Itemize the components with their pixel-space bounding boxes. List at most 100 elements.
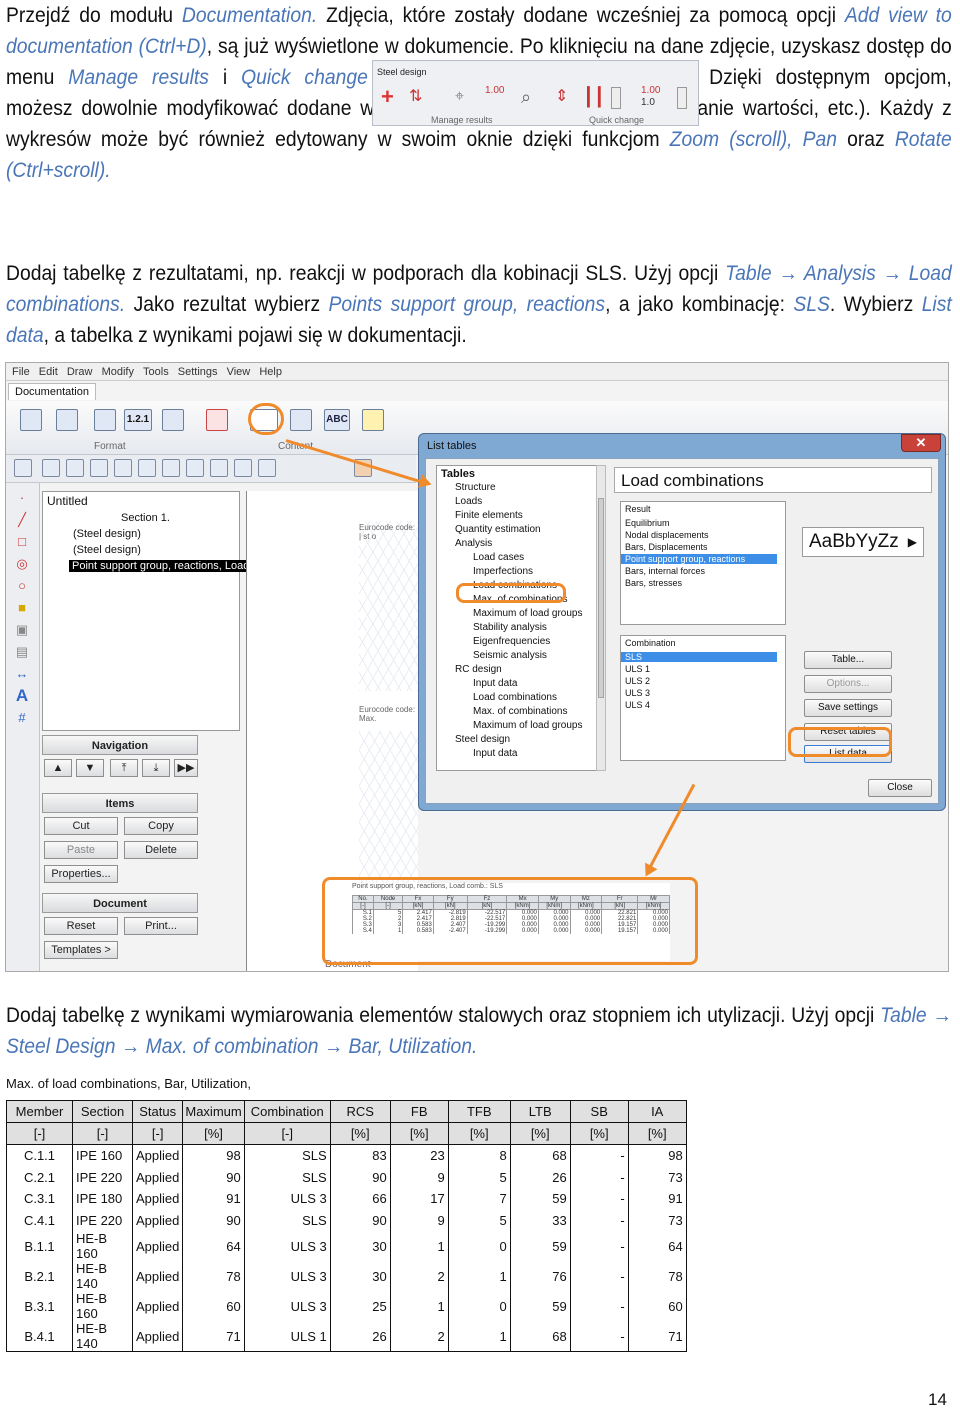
tree-node[interactable]: Stability analysis xyxy=(473,622,547,633)
menu-view[interactable]: View xyxy=(227,363,251,381)
list-item[interactable]: Bars, stresses xyxy=(625,578,682,588)
list-item[interactable]: Nodal displacements xyxy=(625,530,709,540)
hash-icon[interactable]: # xyxy=(14,711,30,725)
tab-documentation[interactable]: Documentation xyxy=(8,383,96,400)
support-icon[interactable] xyxy=(206,409,228,431)
page-break-icon[interactable] xyxy=(162,409,184,431)
options-button[interactable]: Options... xyxy=(804,675,892,693)
cut-button[interactable]: Cut xyxy=(44,817,118,835)
tree-node[interactable]: Seismic analysis xyxy=(473,650,547,661)
scale-value[interactable]: 1.00 xyxy=(485,85,515,107)
close-button[interactable]: Close xyxy=(868,779,932,797)
cube-icon[interactable]: ▣ xyxy=(14,623,30,637)
nav-top-button[interactable]: ⤒ xyxy=(110,759,138,777)
hand-icon[interactable] xyxy=(66,459,84,477)
fill-icon[interactable]: ■ xyxy=(14,601,30,615)
list-item[interactable]: ULS 4 xyxy=(625,700,650,710)
tree-node[interactable]: Input data xyxy=(473,678,517,689)
tree-node[interactable]: Load combinations xyxy=(473,692,557,703)
dot-icon[interactable]: · xyxy=(14,491,30,505)
menu-file[interactable]: File xyxy=(12,363,30,381)
tree-node[interactable]: Loads xyxy=(455,496,482,507)
menu-draw[interactable]: Draw xyxy=(67,363,93,381)
tree-section[interactable]: Section 1. xyxy=(121,512,170,524)
menu-help[interactable]: Help xyxy=(259,363,282,381)
undo-icon[interactable] xyxy=(186,459,204,477)
list-item-selected[interactable]: SLS xyxy=(621,652,777,662)
properties-button[interactable]: Properties... xyxy=(44,865,118,883)
zoom-in-icon[interactable] xyxy=(138,459,156,477)
nav-bottom-button[interactable]: ⤓ xyxy=(142,759,170,777)
group-icon[interactable] xyxy=(234,459,252,477)
ungroup-icon[interactable] xyxy=(258,459,276,477)
style-button[interactable]: AaBbYyZz ▶ xyxy=(802,527,924,557)
text-abc-icon[interactable]: ABC xyxy=(324,409,350,431)
zoom-out-icon[interactable] xyxy=(162,459,180,477)
close-icon[interactable]: ✕ xyxy=(901,434,941,452)
pointer-icon[interactable] xyxy=(14,459,32,477)
nav-up-button[interactable]: ▲ xyxy=(44,759,72,777)
list-item[interactable]: Bars, Displacements xyxy=(625,542,708,552)
shapes-icon[interactable] xyxy=(290,409,312,431)
move-icon[interactable] xyxy=(42,459,60,477)
list-item[interactable]: Equilibrium xyxy=(625,518,670,528)
numbering-icon[interactable]: 1.2.1 xyxy=(124,409,152,431)
list-item[interactable]: Bars, internal forces xyxy=(625,566,705,576)
tree-node[interactable]: Max. of combinations xyxy=(473,706,568,717)
updown-icon[interactable]: ⇕ xyxy=(555,87,577,109)
surface-icon[interactable]: ▤ xyxy=(14,645,30,659)
tables-scrollbar[interactable] xyxy=(596,465,606,771)
list-icon[interactable] xyxy=(94,409,116,431)
tree-node[interactable]: Eigenfrequencies xyxy=(473,636,550,647)
menu-tools[interactable]: Tools xyxy=(143,363,169,381)
ellipse-icon[interactable]: ○ xyxy=(14,579,30,593)
magnifier-icon[interactable]: ⌕ xyxy=(521,87,543,109)
tree-item[interactable]: (Steel design) xyxy=(73,544,141,556)
bars-icon[interactable]: ┃┃ xyxy=(583,87,605,109)
print-button[interactable]: Print... xyxy=(124,917,198,935)
image-icon[interactable] xyxy=(362,409,384,431)
list-item[interactable]: ULS 3 xyxy=(625,688,650,698)
sort-arrows-icon[interactable]: ⇅ xyxy=(409,87,431,109)
table-button[interactable]: Table... xyxy=(804,651,892,669)
spinner-icon[interactable] xyxy=(611,87,621,109)
tree-node[interactable]: Structure xyxy=(455,482,496,493)
tree-node[interactable]: RC design xyxy=(455,664,502,675)
tree-node[interactable]: Input data xyxy=(473,748,517,759)
tree-root[interactable]: Untitled xyxy=(47,494,88,508)
rectangle-icon[interactable]: □ xyxy=(14,535,30,549)
page-icon[interactable] xyxy=(56,409,78,431)
save-settings-button[interactable]: Save settings xyxy=(804,699,892,717)
pin-icon[interactable]: ⌖ xyxy=(455,87,477,109)
templates-button[interactable]: Templates > xyxy=(44,941,118,959)
circle-icon[interactable]: ◎ xyxy=(14,557,30,571)
text-a-icon[interactable]: A xyxy=(14,687,30,704)
menu-edit[interactable]: Edit xyxy=(39,363,58,381)
tree-node[interactable]: Steel design xyxy=(455,734,510,745)
nav-last-button[interactable]: ▶▶ xyxy=(174,759,198,777)
tree-node[interactable]: Quantity estimation xyxy=(455,524,541,535)
dimension-icon[interactable]: ↔ xyxy=(14,667,30,681)
document-result-table[interactable]: Point support group, reactions, Load com… xyxy=(352,883,670,961)
tree-node[interactable]: Load cases xyxy=(473,552,524,563)
model-view-1[interactable] xyxy=(359,521,419,691)
value-2[interactable]: 1.0 xyxy=(641,97,671,119)
tree-node[interactable]: Analysis xyxy=(455,538,492,549)
delete-button[interactable]: Delete xyxy=(124,841,198,859)
list-item[interactable]: ULS 1 xyxy=(625,664,650,674)
scroll-thumb[interactable] xyxy=(598,498,604,698)
zoom-window-icon[interactable] xyxy=(114,459,132,477)
copy-page-icon[interactable] xyxy=(20,409,42,431)
tree-node[interactable]: Finite elements xyxy=(455,510,523,521)
menu-modify[interactable]: Modify xyxy=(102,363,134,381)
plus-icon[interactable]: + xyxy=(381,86,403,109)
line-icon[interactable]: ╱ xyxy=(14,513,30,527)
spinner-icon[interactable] xyxy=(677,87,687,109)
zoom-fit-icon[interactable] xyxy=(90,459,108,477)
tree-item-selected[interactable]: Point support group, reactions, Load co xyxy=(69,560,268,572)
tree-node[interactable]: Maximum of load groups xyxy=(473,720,583,731)
list-item[interactable]: ULS 2 xyxy=(625,676,650,686)
nav-down-button[interactable]: ▼ xyxy=(76,759,104,777)
copy-button[interactable]: Copy xyxy=(124,817,198,835)
tree-item[interactable]: (Steel design) xyxy=(73,528,141,540)
